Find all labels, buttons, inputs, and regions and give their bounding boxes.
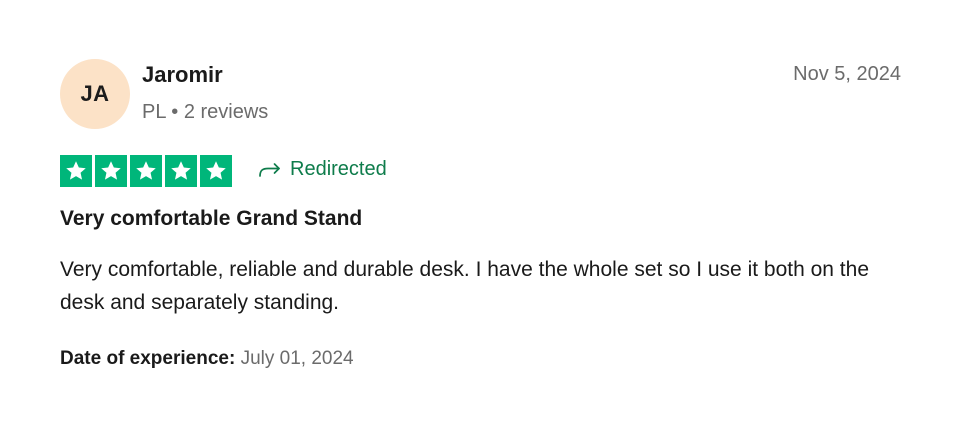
experience-label: Date of experience: bbox=[60, 348, 236, 369]
experience-date: July 01, 2024 bbox=[240, 348, 354, 369]
redirect-arrow-icon bbox=[258, 162, 282, 178]
review-date: Nov 5, 2024 bbox=[793, 63, 901, 85]
star-icon bbox=[165, 155, 197, 187]
star-icon bbox=[95, 155, 127, 187]
star-rating bbox=[60, 155, 232, 187]
reviewer-name[interactable]: Jaromir bbox=[142, 62, 223, 88]
avatar-initials: JA bbox=[80, 81, 110, 106]
star-icon bbox=[200, 155, 232, 187]
reviewer-meta: PL • 2 reviews bbox=[142, 101, 269, 123]
date-of-experience: Date of experience: July 01, 2024 bbox=[60, 348, 354, 370]
redirected-badge[interactable]: Redirected bbox=[258, 158, 387, 181]
avatar[interactable]: JA bbox=[60, 59, 130, 129]
review-card: JA Jaromir PL • 2 reviews Nov 5, 2024 Re… bbox=[0, 0, 960, 424]
review-title[interactable]: Very comfortable Grand Stand bbox=[60, 207, 362, 231]
review-body: Very comfortable, reliable and durable d… bbox=[60, 258, 869, 314]
star-icon bbox=[60, 155, 92, 187]
redirected-label: Redirected bbox=[290, 158, 387, 180]
star-icon bbox=[130, 155, 162, 187]
